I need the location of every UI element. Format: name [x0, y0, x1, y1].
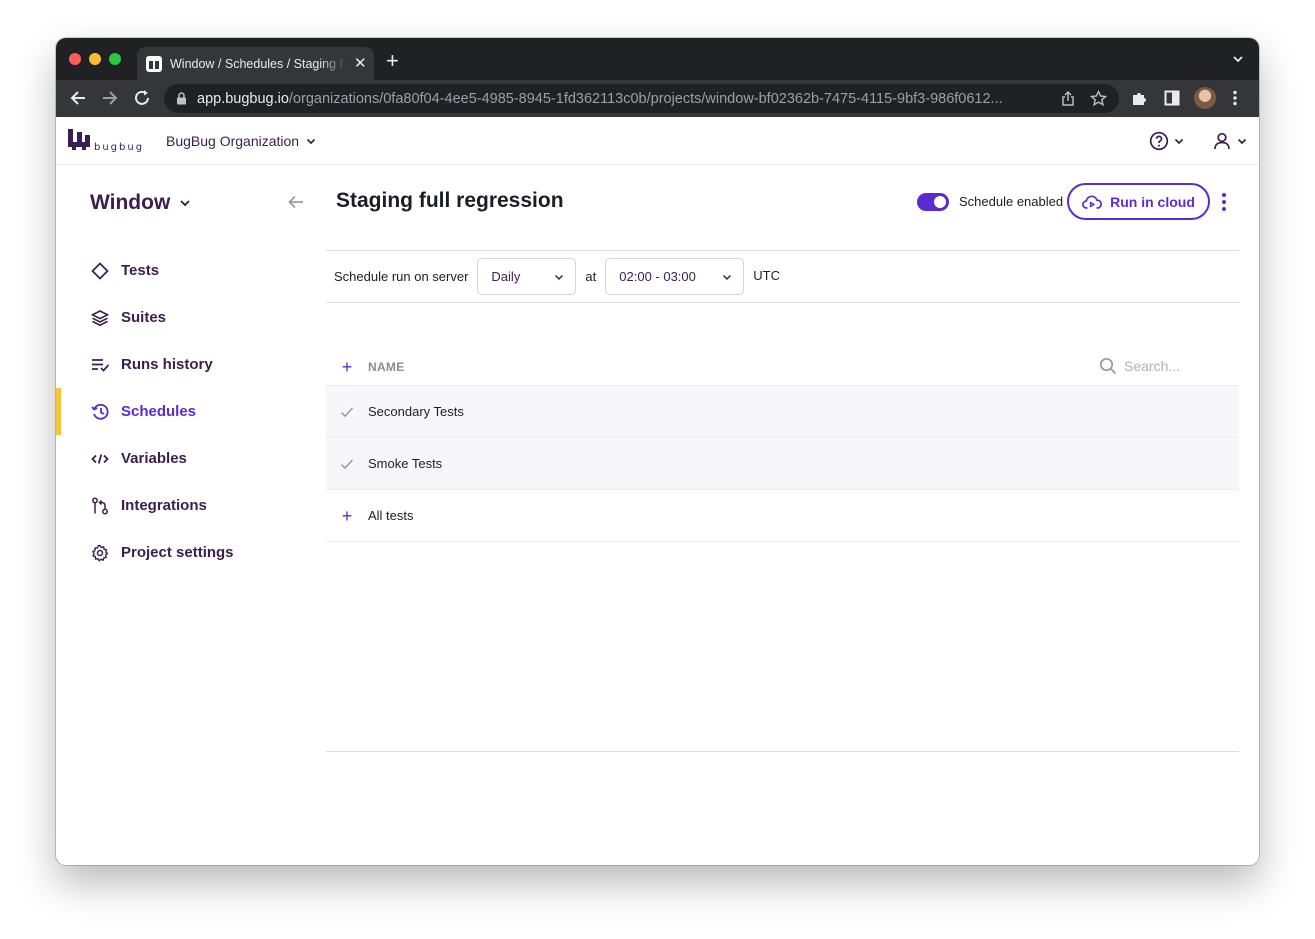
user-icon [1214, 132, 1230, 150]
time-window-select[interactable]: 02:00 - 03:00 [605, 258, 745, 295]
chevron-down-icon [180, 200, 190, 207]
sidebar-item-variables[interactable]: Variables [56, 435, 326, 482]
table-row[interactable]: Smoke Tests [326, 438, 1239, 490]
timezone-label: UTC [753, 268, 780, 283]
run-in-cloud-button[interactable]: Run in cloud [1067, 183, 1210, 220]
chrome-menu-icon[interactable] [1232, 90, 1238, 106]
check-icon[interactable] [340, 458, 354, 470]
share-icon[interactable] [1060, 90, 1076, 107]
run-in-cloud-label: Run in cloud [1110, 193, 1195, 210]
help-menu-button[interactable] [1149, 131, 1185, 151]
search-icon [1099, 357, 1117, 375]
add-plus-icon[interactable]: + [342, 507, 353, 525]
table-row[interactable]: Secondary Tests [326, 386, 1239, 438]
organization-dropdown[interactable]: BugBug Organization [166, 133, 317, 149]
maximize-window-button[interactable] [109, 53, 121, 65]
project-name: Window [90, 191, 171, 214]
sidebar: Window Tests Suites Runs history Schedul… [56, 165, 326, 865]
more-options-icon[interactable] [1222, 193, 1226, 211]
sidebar-item-suites[interactable]: Suites [56, 294, 326, 341]
chevron-down-icon [723, 274, 732, 280]
browser-tab-bar: Window / Schedules / Staging full regres… [56, 38, 1259, 80]
sidebar-item-tests[interactable]: Tests [56, 247, 326, 294]
browser-window: Window / Schedules / Staging full regres… [56, 38, 1259, 865]
tab-search-chevron-icon[interactable] [1231, 52, 1245, 66]
sidebar-item-project-settings[interactable]: Project settings [56, 529, 326, 576]
schedule-settings-row: Schedule run on server Daily at 02:00 - … [326, 250, 1239, 303]
row-name: Secondary Tests [368, 404, 464, 419]
help-circle-icon [1149, 131, 1169, 151]
sidebar-item-label: Schedules [121, 403, 197, 420]
lock-icon [177, 92, 186, 105]
organization-name: BugBug Organization [166, 133, 300, 149]
check-icon[interactable] [340, 406, 354, 418]
project-switcher[interactable]: Window [90, 191, 192, 215]
bugbug-logo[interactable]: bugbug [68, 129, 145, 153]
sidebar-item-label: Suites [121, 309, 167, 326]
frequency-value: Daily [491, 269, 521, 284]
tab-close-icon[interactable]: ✕ [354, 56, 367, 71]
add-all-plus-icon[interactable]: + [326, 358, 368, 376]
row-name: Smoke Tests [368, 456, 443, 471]
diamond-icon [91, 261, 109, 280]
new-tab-icon[interactable]: + [386, 50, 399, 72]
frequency-select[interactable]: Daily [477, 258, 577, 295]
tab-title: Window / Schedules / Staging full regres… [170, 56, 346, 71]
chevron-down-icon [1174, 138, 1184, 145]
cloud-upload-icon [1082, 194, 1103, 209]
chrome-profile-avatar[interactable] [1194, 87, 1216, 109]
sidebar-item-label: Tests [121, 262, 160, 279]
list-check-icon [91, 358, 109, 372]
url-text: app.bugbug.io/organizations/0fa80f04-4ee… [197, 90, 1003, 107]
divider [326, 751, 1239, 752]
logo-wordmark: bugbug [94, 142, 145, 153]
row-name: All tests [368, 508, 414, 523]
bugbug-favicon-icon [146, 55, 162, 72]
schedule-enabled-toggle[interactable] [917, 193, 949, 211]
chevron-down-icon [306, 138, 316, 145]
layers-icon [91, 309, 109, 326]
close-window-button[interactable] [69, 53, 81, 65]
sidebar-item-integrations[interactable]: Integrations [56, 482, 326, 529]
time-window-value: 02:00 - 03:00 [619, 269, 696, 284]
column-name-header: NAME [368, 359, 405, 374]
sidebar-item-label: Runs history [121, 356, 213, 373]
git-branch-icon [92, 497, 108, 514]
schedule-enabled-label: Schedule enabled [959, 194, 1064, 209]
forward-icon[interactable] [101, 88, 119, 108]
app-header: bugbug BugBug Organization [56, 117, 1259, 165]
bookmark-star-icon[interactable] [1090, 90, 1107, 107]
side-panel-icon[interactable] [1164, 90, 1180, 106]
collapse-sidebar-arrow-icon[interactable] [287, 194, 305, 210]
browser-tab[interactable]: Window / Schedules / Staging full regres… [137, 47, 374, 80]
search-input[interactable] [1124, 358, 1234, 374]
extensions-puzzle-icon[interactable] [1131, 90, 1148, 107]
main-content: Staging full regression Schedule enabled… [326, 165, 1239, 865]
sidebar-nav: Tests Suites Runs history Schedules Vari… [56, 247, 326, 576]
reload-icon[interactable] [133, 88, 151, 108]
code-icon [91, 453, 109, 464]
schedule-run-label: Schedule run on server [334, 269, 469, 284]
sidebar-item-runs-history[interactable]: Runs history [56, 341, 326, 388]
suites-table-header: + NAME [326, 348, 1239, 386]
chevron-down-icon [555, 274, 564, 280]
user-menu-button[interactable] [1212, 131, 1248, 151]
browser-toolbar: app.bugbug.io/organizations/0fa80f04-4ee… [56, 80, 1259, 117]
bugbug-logo-icon [68, 129, 90, 150]
sidebar-item-label: Variables [121, 450, 187, 467]
chevron-down-icon [1237, 138, 1247, 145]
sidebar-item-label: Project settings [121, 544, 234, 561]
minimize-window-button[interactable] [89, 53, 101, 65]
back-icon[interactable] [69, 88, 87, 108]
at-label: at [585, 269, 597, 284]
search-box [1099, 357, 1234, 375]
table-row[interactable]: + All tests [326, 490, 1239, 542]
sidebar-item-label: Integrations [121, 497, 207, 514]
page-title: Staging full regression [336, 189, 564, 212]
gear-icon [92, 544, 109, 561]
history-clock-icon [90, 403, 109, 420]
sidebar-item-schedules[interactable]: Schedules [56, 388, 326, 435]
address-bar[interactable]: app.bugbug.io/organizations/0fa80f04-4ee… [164, 84, 1119, 113]
